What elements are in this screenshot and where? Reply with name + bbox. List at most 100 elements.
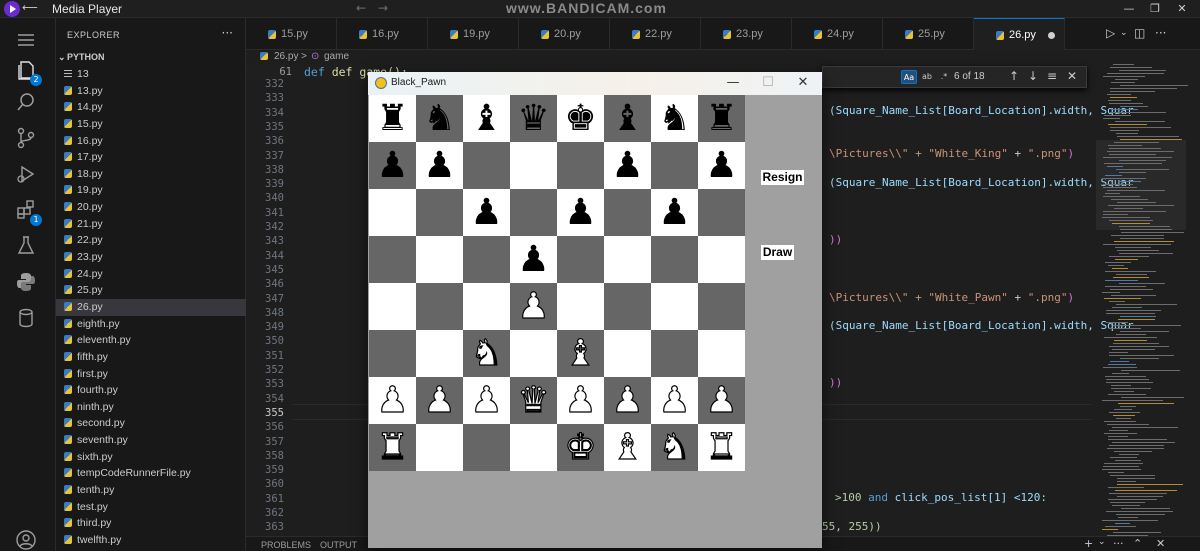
black-pawn-icon[interactable]: ♟: [420, 146, 459, 185]
folder-header-python[interactable]: ⌄ PYTHON: [56, 50, 246, 66]
find-in-selection-icon[interactable]: ≡: [1047, 69, 1057, 83]
board-square[interactable]: ♟: [369, 142, 416, 189]
white-bishop-icon[interactable]: ♝: [608, 427, 647, 467]
board-square[interactable]: ♝: [463, 95, 510, 142]
white-pawn-icon[interactable]: ♟: [514, 286, 553, 326]
board-square[interactable]: [463, 283, 510, 330]
board-square[interactable]: [369, 283, 416, 330]
tab-24-py[interactable]: 24.py: [792, 18, 883, 50]
account-icon[interactable]: [14, 528, 42, 551]
black-rook-icon[interactable]: ♜: [702, 99, 741, 138]
nav-forward-icon[interactable]: →: [378, 1, 388, 15]
file-item[interactable]: first.py: [56, 366, 246, 383]
file-item[interactable]: third.py: [56, 515, 246, 532]
tab-output[interactable]: OUTPUT: [320, 540, 357, 550]
board-square[interactable]: ♟: [416, 377, 463, 424]
board-square[interactable]: ♟: [557, 377, 604, 424]
board-square[interactable]: ♟: [369, 377, 416, 424]
maximize-button[interactable]: ☐: [753, 74, 783, 92]
board-square[interactable]: [369, 189, 416, 236]
file-item[interactable]: tempCodeRunnerFile.py: [56, 465, 246, 482]
black-pawn-icon[interactable]: ♟: [514, 240, 553, 279]
close-button[interactable]: ✕: [788, 74, 818, 92]
file-item[interactable]: seventh.py: [56, 432, 246, 449]
restore-button[interactable]: ❐: [1143, 0, 1167, 18]
board-square[interactable]: ♞: [651, 424, 698, 471]
back-arrow-icon[interactable]: ⟵: [22, 1, 38, 14]
board-square[interactable]: [604, 283, 651, 330]
board-square[interactable]: ♛: [510, 95, 557, 142]
black-queen-icon[interactable]: ♛: [514, 99, 553, 138]
code-line-343[interactable]: )): [829, 233, 842, 246]
board-square[interactable]: [604, 236, 651, 283]
board-square[interactable]: ♜: [698, 95, 745, 142]
more-actions-icon[interactable]: ···: [1155, 26, 1166, 40]
board-square[interactable]: [416, 330, 463, 377]
board-square[interactable]: [463, 236, 510, 283]
code-line-337[interactable]: \Pictures\\" + "White_King" + ".png"): [829, 147, 1074, 160]
database-icon[interactable]: [14, 306, 42, 334]
close-find-icon[interactable]: ✕: [1067, 69, 1077, 83]
minimize-button[interactable]: —: [718, 74, 748, 92]
board-square[interactable]: ♜: [369, 95, 416, 142]
python-icon[interactable]: [14, 270, 42, 298]
run-icon[interactable]: ▷: [1106, 26, 1115, 40]
board-square[interactable]: ♚: [557, 424, 604, 471]
new-terminal-icon[interactable]: +: [1084, 537, 1093, 550]
board-square[interactable]: ♟: [557, 189, 604, 236]
white-pawn-icon[interactable]: ♟: [608, 380, 647, 420]
minimize-button[interactable]: —: [1117, 0, 1141, 18]
file-item[interactable]: 24.py: [56, 266, 246, 283]
file-item[interactable]: 13.py: [56, 83, 246, 100]
board-square[interactable]: ♞: [651, 95, 698, 142]
black-knight-icon[interactable]: ♞: [420, 99, 459, 138]
code-line-361[interactable]: >100 and click_pos_list[1] <120:: [835, 491, 1047, 504]
match-case-toggle[interactable]: Aa: [901, 70, 917, 84]
white-knight-icon[interactable]: ♞: [655, 427, 694, 467]
board-square[interactable]: [369, 330, 416, 377]
white-queen-icon[interactable]: ♛: [514, 380, 553, 420]
file-item[interactable]: ninth.py: [56, 399, 246, 416]
extensions-icon[interactable]: 1: [14, 198, 42, 226]
board-square[interactable]: ♟: [604, 142, 651, 189]
board-square[interactable]: ♜: [698, 424, 745, 471]
file-item[interactable]: fourth.py: [56, 382, 246, 399]
file-item[interactable]: eleventh.py: [56, 332, 246, 349]
maximize-panel-icon[interactable]: ⌃: [1133, 537, 1142, 550]
black-pawn-icon[interactable]: ♟: [373, 146, 412, 185]
black-pawn-icon[interactable]: ♟: [467, 193, 506, 232]
file-item[interactable]: 17.py: [56, 149, 246, 166]
file-item[interactable]: 14.py: [56, 99, 246, 116]
board-square[interactable]: [698, 189, 745, 236]
file-item[interactable]: 20.py: [56, 199, 246, 216]
code-line-334[interactable]: (Square_Name_List[Board_Location].width,…: [829, 104, 1134, 117]
tab-problems[interactable]: PROBLEMS: [261, 540, 311, 550]
file-item[interactable]: 16.py: [56, 133, 246, 150]
code-line-349[interactable]: (Square_Name_List[Board_Location].width,…: [829, 319, 1134, 332]
more-actions-icon[interactable]: ···: [222, 26, 233, 40]
file-item[interactable]: 21.py: [56, 216, 246, 233]
close-panel-icon[interactable]: ✕: [1156, 537, 1165, 550]
board-square[interactable]: [510, 189, 557, 236]
file-item[interactable]: second.py: [56, 415, 246, 432]
file-item[interactable]: tenth.py: [56, 482, 246, 499]
board-square[interactable]: ♛: [510, 377, 557, 424]
file-item[interactable]: sixth.py: [56, 449, 246, 466]
white-rook-icon[interactable]: ♜: [702, 427, 741, 467]
board-square[interactable]: ♝: [557, 330, 604, 377]
file-item[interactable]: 23.py: [56, 249, 246, 266]
black-pawn-icon[interactable]: ♟: [608, 146, 647, 185]
board-square[interactable]: [698, 283, 745, 330]
board-square[interactable]: ♟: [651, 377, 698, 424]
board-square[interactable]: ♟: [463, 189, 510, 236]
board-square[interactable]: ♟: [416, 142, 463, 189]
resign-button[interactable]: Resign: [761, 170, 804, 185]
board-square[interactable]: ♟: [510, 236, 557, 283]
board-square[interactable]: ♞: [463, 330, 510, 377]
white-bishop-icon[interactable]: ♝: [561, 333, 600, 373]
board-square[interactable]: [698, 236, 745, 283]
board-square[interactable]: [651, 330, 698, 377]
file-item[interactable]: 25.py: [56, 282, 246, 299]
breadcrumb-file[interactable]: 26.py: [274, 51, 298, 62]
black-rook-icon[interactable]: ♜: [373, 99, 412, 138]
